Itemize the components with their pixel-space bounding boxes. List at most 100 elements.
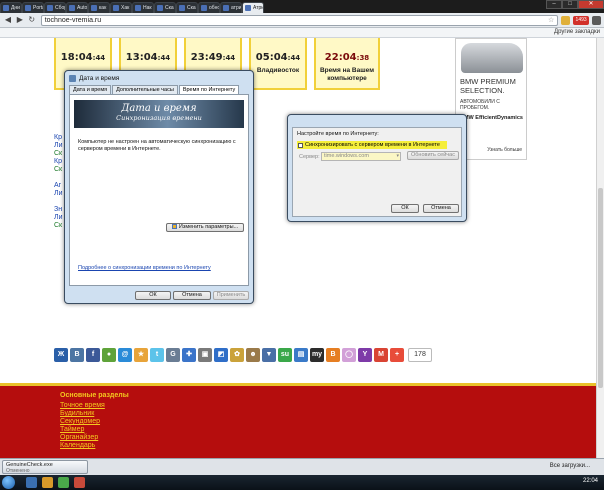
all-downloads-link[interactable]: Все загрузки... bbox=[550, 463, 590, 469]
forward-icon[interactable]: ▶ bbox=[15, 15, 25, 25]
clock-icon bbox=[69, 74, 76, 82]
address-bar[interactable]: tochnoe-vremia.ru ☆ bbox=[40, 14, 559, 26]
favicon-icon bbox=[47, 5, 53, 11]
bookmark-star-icon[interactable]: ☆ bbox=[548, 16, 554, 24]
sync-checkbox[interactable] bbox=[298, 142, 303, 148]
clock-hm: 22:04 bbox=[324, 52, 357, 63]
browser-tab[interactable]: атри bbox=[220, 2, 242, 13]
memori-icon[interactable]: ✿ bbox=[230, 348, 244, 362]
wrench-icon[interactable] bbox=[592, 15, 601, 25]
browser-tab[interactable]: Ска bbox=[176, 2, 198, 13]
browser-tab[interactable]: как bbox=[88, 2, 110, 13]
browser-tab[interactable]: Хак bbox=[110, 2, 132, 13]
other-bookmarks[interactable]: Другие закладки bbox=[554, 29, 600, 35]
footer-link[interactable]: Органайзер bbox=[60, 434, 105, 442]
reload-icon[interactable]: ↻ bbox=[27, 15, 37, 25]
change-settings-button[interactable]: Изменить параметры... bbox=[166, 223, 244, 232]
browser-tab[interactable]: Сбор bbox=[44, 2, 66, 13]
back-icon[interactable]: ◀ bbox=[3, 15, 13, 25]
favicon-icon bbox=[91, 5, 97, 11]
extension-icon[interactable] bbox=[561, 15, 571, 25]
more-share-icon[interactable]: + bbox=[390, 348, 404, 362]
tab-date-time[interactable]: Дата и время bbox=[69, 85, 112, 94]
explorer-icon[interactable] bbox=[26, 477, 37, 488]
browser-tab[interactable]: Нак bbox=[132, 2, 154, 13]
maximize-button[interactable]: □ bbox=[562, 0, 578, 9]
ok-button[interactable]: ОК bbox=[135, 291, 171, 300]
linkstore-icon[interactable]: ▤ bbox=[294, 348, 308, 362]
myspace-icon[interactable]: my bbox=[310, 348, 324, 362]
tab-additional-clocks[interactable]: Дополнительные часы bbox=[112, 85, 178, 94]
banner-title: Дата и время bbox=[121, 103, 197, 114]
news2-icon[interactable]: ☻ bbox=[246, 348, 260, 362]
bobrdobr-icon[interactable]: ✚ bbox=[182, 348, 196, 362]
page-scrollbar[interactable] bbox=[596, 38, 604, 458]
server-value: time.windows.com bbox=[324, 153, 369, 159]
close-button[interactable]: ✕ bbox=[578, 0, 604, 9]
browser-tab-label: Дни bbox=[11, 5, 20, 11]
browser-tab-label: Ска bbox=[165, 5, 174, 11]
moikrug-icon[interactable]: ● bbox=[102, 348, 116, 362]
yahoo-icon[interactable]: Y bbox=[358, 348, 372, 362]
update-now-button[interactable]: Обновить сейчас bbox=[407, 151, 459, 160]
clock-time: 05:04:44 bbox=[251, 52, 305, 63]
mail-badge[interactable]: 1493 bbox=[573, 15, 590, 25]
digg-icon[interactable]: ▼ bbox=[262, 348, 276, 362]
browser-tab[interactable]: Porta bbox=[22, 2, 44, 13]
internet-time-heading: Настройте время по Интернету: bbox=[297, 131, 379, 137]
internet-time-dialog: Настройте время по Интернету: Синхронизи… bbox=[287, 114, 467, 222]
browser-tab[interactable]: Auto bbox=[66, 2, 88, 13]
footer-link[interactable]: Будильник bbox=[60, 410, 105, 418]
blogger-icon[interactable]: B bbox=[326, 348, 340, 362]
gmail-icon[interactable]: M bbox=[374, 348, 388, 362]
minimize-button[interactable]: – bbox=[546, 0, 562, 9]
share-count: 178 bbox=[408, 348, 432, 362]
apply-button[interactable]: Применить bbox=[213, 291, 249, 300]
app-icon[interactable] bbox=[74, 477, 85, 488]
ok-button[interactable]: ОК bbox=[391, 204, 419, 213]
lj-icon[interactable]: Ж bbox=[54, 348, 68, 362]
vkontakte-icon[interactable]: B bbox=[70, 348, 84, 362]
google-icon[interactable]: G bbox=[166, 348, 180, 362]
twitter-icon[interactable]: t bbox=[150, 348, 164, 362]
browser-tab[interactable]: Дни bbox=[0, 2, 22, 13]
start-button[interactable] bbox=[2, 476, 15, 489]
sync-checkbox-row[interactable]: Синхронизировать с сервером времени в Ин… bbox=[297, 141, 447, 149]
mail-badge-count: 1493 bbox=[575, 16, 587, 23]
download-item[interactable]: GenuineCheck.exe Отменено bbox=[2, 460, 88, 474]
favorites-icon[interactable]: ★ bbox=[134, 348, 148, 362]
clock-city: Время на Вашем компьютере bbox=[319, 67, 374, 82]
media-icon[interactable] bbox=[58, 477, 69, 488]
print-icon[interactable]: ▣ bbox=[198, 348, 212, 362]
browser-tab-label: как bbox=[99, 5, 107, 11]
change-settings-label: Изменить параметры... bbox=[178, 224, 239, 230]
internet-sync-help-link[interactable]: Подробнее о синхронизации времени по Инт… bbox=[78, 265, 211, 271]
server-label: Сервер: bbox=[299, 154, 320, 160]
clock-hm: 23:49 bbox=[190, 52, 223, 63]
favicon-icon bbox=[135, 5, 141, 11]
browser-tab[interactable]: Атри bbox=[242, 2, 264, 13]
server-select[interactable]: time.windows.com ▾ bbox=[321, 152, 401, 161]
cancel-button[interactable]: Отмена bbox=[173, 291, 211, 300]
cancel-button[interactable]: Отмена bbox=[423, 204, 459, 213]
favicon-icon bbox=[157, 5, 163, 11]
facebook-icon[interactable]: f bbox=[86, 348, 100, 362]
footer-heading: Основные разделы bbox=[60, 392, 129, 399]
delicious-icon[interactable]: ◩ bbox=[214, 348, 228, 362]
datetime-tab-body: Дата и время Синхронизация времени Компь… bbox=[69, 94, 249, 286]
stumbleupon-icon[interactable]: su bbox=[278, 348, 292, 362]
browser-tab[interactable]: обно bbox=[198, 2, 220, 13]
footer-link[interactable]: Таймер bbox=[60, 426, 105, 434]
browser-tab[interactable]: Ска bbox=[154, 2, 176, 13]
scroll-thumb[interactable] bbox=[598, 188, 603, 388]
downloads-bar: GenuineCheck.exe Отменено Все загрузки..… bbox=[0, 458, 604, 475]
footer-link[interactable]: Точное время bbox=[60, 402, 105, 410]
clock-hm: 13:04 bbox=[125, 52, 158, 63]
ad-more-link[interactable]: Узнать больше bbox=[487, 147, 522, 153]
folder-icon[interactable] bbox=[42, 477, 53, 488]
mailru-icon[interactable]: @ bbox=[118, 348, 132, 362]
footer-link[interactable]: Календарь bbox=[60, 442, 105, 450]
clock-card: 05:04:44 Владивосток bbox=[249, 38, 307, 90]
odnoklassniki-icon[interactable]: ◯ bbox=[342, 348, 356, 362]
footer-link[interactable]: Секундомер bbox=[60, 418, 105, 426]
